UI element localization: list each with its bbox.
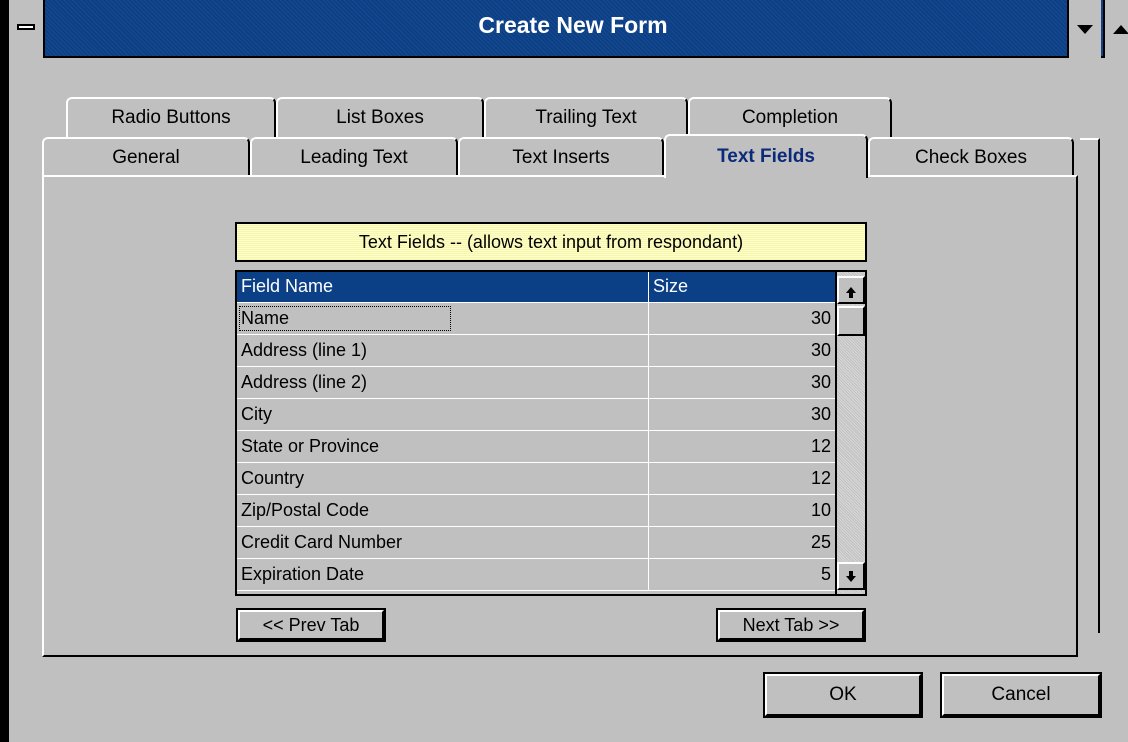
tab-completion[interactable]: Completion — [688, 97, 892, 137]
tab-check-boxes[interactable]: Check Boxes — [868, 137, 1074, 177]
table-row[interactable]: Address (line 1) 30 — [237, 335, 835, 367]
column-separator — [648, 335, 649, 367]
field-name-cell[interactable]: Country — [241, 468, 304, 489]
field-name-cell[interactable]: Address (line 2) — [241, 372, 367, 393]
tab-radio-buttons[interactable]: Radio Buttons — [66, 97, 276, 137]
arrow-up-icon — [846, 287, 856, 298]
column-header-field-name[interactable]: Field Name — [241, 276, 333, 297]
size-cell[interactable]: 12 — [811, 468, 831, 489]
field-name-cell[interactable]: Name — [238, 306, 452, 331]
column-separator — [648, 527, 649, 559]
next-tab-button[interactable]: Next Tab >> — [716, 608, 866, 642]
window-title: Create New Form — [478, 12, 668, 38]
title-bar[interactable]: Create New Form — [9, 0, 1128, 58]
field-name-cell[interactable]: Zip/Postal Code — [241, 500, 369, 521]
prev-tab-button[interactable]: << Prev Tab — [236, 608, 386, 642]
minimize-button[interactable] — [1067, 0, 1101, 58]
table-row[interactable]: Address (line 2) 30 — [237, 367, 835, 399]
tab-text-fields[interactable]: Text Fields — [664, 134, 868, 178]
text-fields-grid[interactable]: Field Name Size Name 30 Address (line 1)… — [235, 270, 867, 596]
column-separator[interactable] — [648, 272, 649, 302]
minimize-icon — [1077, 24, 1093, 34]
column-separator — [648, 367, 649, 399]
size-cell[interactable]: 10 — [811, 500, 831, 521]
column-header-size[interactable]: Size — [653, 276, 688, 297]
tab-leading-text[interactable]: Leading Text — [250, 137, 458, 177]
table-row[interactable]: Zip/Postal Code 10 — [237, 495, 835, 527]
panel-banner: Text Fields -- (allows text input from r… — [235, 222, 867, 262]
tab-list-boxes[interactable]: List Boxes — [276, 97, 484, 137]
vertical-scrollbar[interactable] — [835, 272, 865, 594]
size-cell[interactable]: 30 — [811, 404, 831, 425]
column-separator — [648, 463, 649, 495]
grid-header: Field Name Size — [237, 272, 835, 303]
column-separator — [648, 559, 649, 591]
size-cell[interactable]: 30 — [811, 340, 831, 361]
tab-general[interactable]: General — [42, 137, 250, 177]
table-row[interactable]: Expiration Date 5 — [237, 559, 835, 591]
arrow-down-icon — [846, 571, 856, 582]
scroll-down-button[interactable] — [837, 562, 865, 590]
maximize-icon — [1113, 24, 1128, 34]
field-name-cell[interactable]: Expiration Date — [241, 564, 364, 585]
scroll-thumb[interactable] — [837, 306, 865, 336]
field-name-cell[interactable]: Address (line 1) — [241, 340, 367, 361]
table-row[interactable]: City 30 — [237, 399, 835, 431]
column-separator — [648, 399, 649, 431]
size-cell[interactable]: 25 — [811, 532, 831, 553]
column-separator — [648, 495, 649, 527]
ok-button[interactable]: OK — [763, 672, 923, 718]
tab-text-inserts[interactable]: Text Inserts — [458, 137, 664, 177]
size-cell[interactable]: 30 — [811, 308, 831, 329]
size-cell[interactable]: 12 — [811, 436, 831, 457]
table-row[interactable]: State or Province 12 — [237, 431, 835, 463]
column-separator — [648, 431, 649, 463]
field-name-cell[interactable]: State or Province — [241, 436, 379, 457]
tab-stack-edge — [1080, 138, 1100, 633]
field-name-cell[interactable]: City — [241, 404, 272, 425]
scroll-up-button[interactable] — [837, 276, 865, 304]
cancel-button[interactable]: Cancel — [940, 672, 1102, 718]
size-cell[interactable]: 30 — [811, 372, 831, 393]
table-row[interactable]: Credit Card Number 25 — [237, 527, 835, 559]
column-separator — [648, 303, 649, 335]
table-row[interactable]: Name 30 — [237, 303, 835, 335]
tab-trailing-text[interactable]: Trailing Text — [484, 97, 688, 137]
maximize-button[interactable] — [1103, 0, 1128, 58]
table-row[interactable]: Country 12 — [237, 463, 835, 495]
size-cell[interactable]: 5 — [821, 564, 831, 585]
field-name-cell[interactable]: Credit Card Number — [241, 532, 402, 553]
